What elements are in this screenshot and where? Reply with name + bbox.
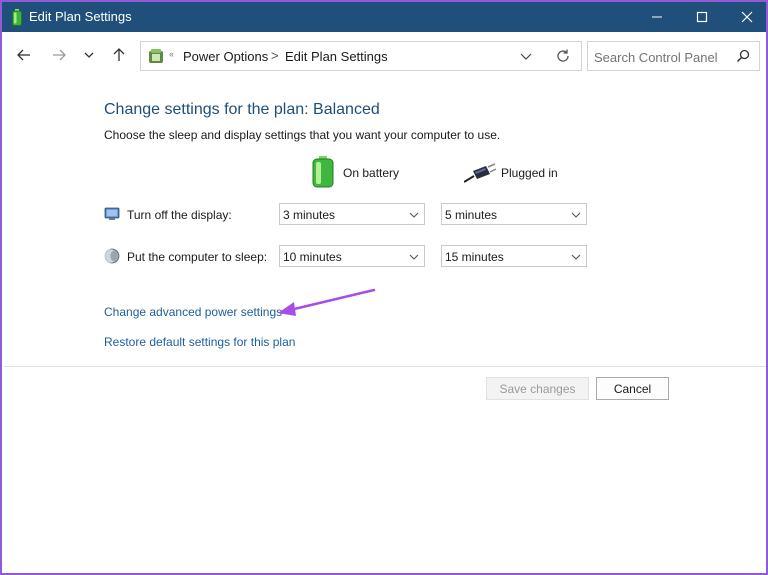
breadcrumb-edit-plan-settings[interactable]: Edit Plan Settings [285,49,388,64]
battery-icon [312,156,334,188]
window-title: Edit Plan Settings [29,9,132,24]
maximize-button[interactable] [679,2,725,32]
navigation-bar: « Power Options > Edit Plan Settings [2,32,766,78]
sleep-moon-icon [104,248,120,264]
page-title: Change settings for the plan: Balanced [104,101,380,118]
restore-default-settings-link[interactable]: Restore default settings for this plan [104,335,295,349]
display-on-battery-select[interactable]: 3 minutes [279,203,425,225]
breadcrumb-separator[interactable]: > [271,48,279,63]
back-button[interactable] [13,44,35,66]
control-panel-icon [149,49,163,63]
up-button[interactable] [108,44,130,66]
save-changes-button[interactable]: Save changes [486,377,589,400]
sleep-on-battery-select[interactable]: 10 minutes [279,245,425,267]
recent-locations-button[interactable] [78,44,100,66]
back-arrow-icon [17,49,30,61]
power-plug-icon [464,163,496,183]
chevron-down-icon [571,212,581,218]
breadcrumb-overflow-icon[interactable]: « [169,49,174,59]
search-input[interactable] [594,48,729,66]
minimize-button[interactable] [634,2,680,32]
refresh-icon[interactable] [555,48,571,64]
close-button[interactable] [724,2,766,32]
minimize-icon [652,16,662,18]
chevron-down-icon [409,212,419,218]
annotation-arrow-icon [278,288,376,316]
up-arrow-icon [113,48,125,61]
title-bar: Edit Plan Settings [2,2,766,32]
chevron-down-icon [571,254,581,260]
search-icon[interactable] [736,49,750,63]
address-bar[interactable]: « Power Options > Edit Plan Settings [140,41,582,71]
plugged-in-label: Plugged in [501,166,558,180]
battery-app-icon [12,9,22,26]
chevron-down-icon [409,254,419,260]
address-dropdown-icon[interactable] [519,49,533,63]
display-plugged-in-select[interactable]: 5 minutes [441,203,587,225]
window-frame: Edit Plan Settings « Power Options > Edi… [0,0,768,575]
maximize-icon [696,11,708,23]
on-battery-label: On battery [343,166,400,180]
chevron-down-icon [84,52,94,58]
close-icon [741,11,753,23]
page-description: Choose the sleep and display settings th… [104,128,501,142]
sleep-plugged-in-select[interactable]: 15 minutes [441,245,587,267]
change-advanced-power-settings-link[interactable]: Change advanced power settings [104,305,282,319]
footer-divider [4,366,766,367]
cancel-button[interactable]: Cancel [596,377,669,400]
display-icon [104,207,120,220]
breadcrumb-power-options[interactable]: Power Options [183,49,268,64]
forward-button[interactable] [48,44,70,66]
search-box[interactable] [587,41,760,71]
forward-arrow-icon [53,49,66,61]
